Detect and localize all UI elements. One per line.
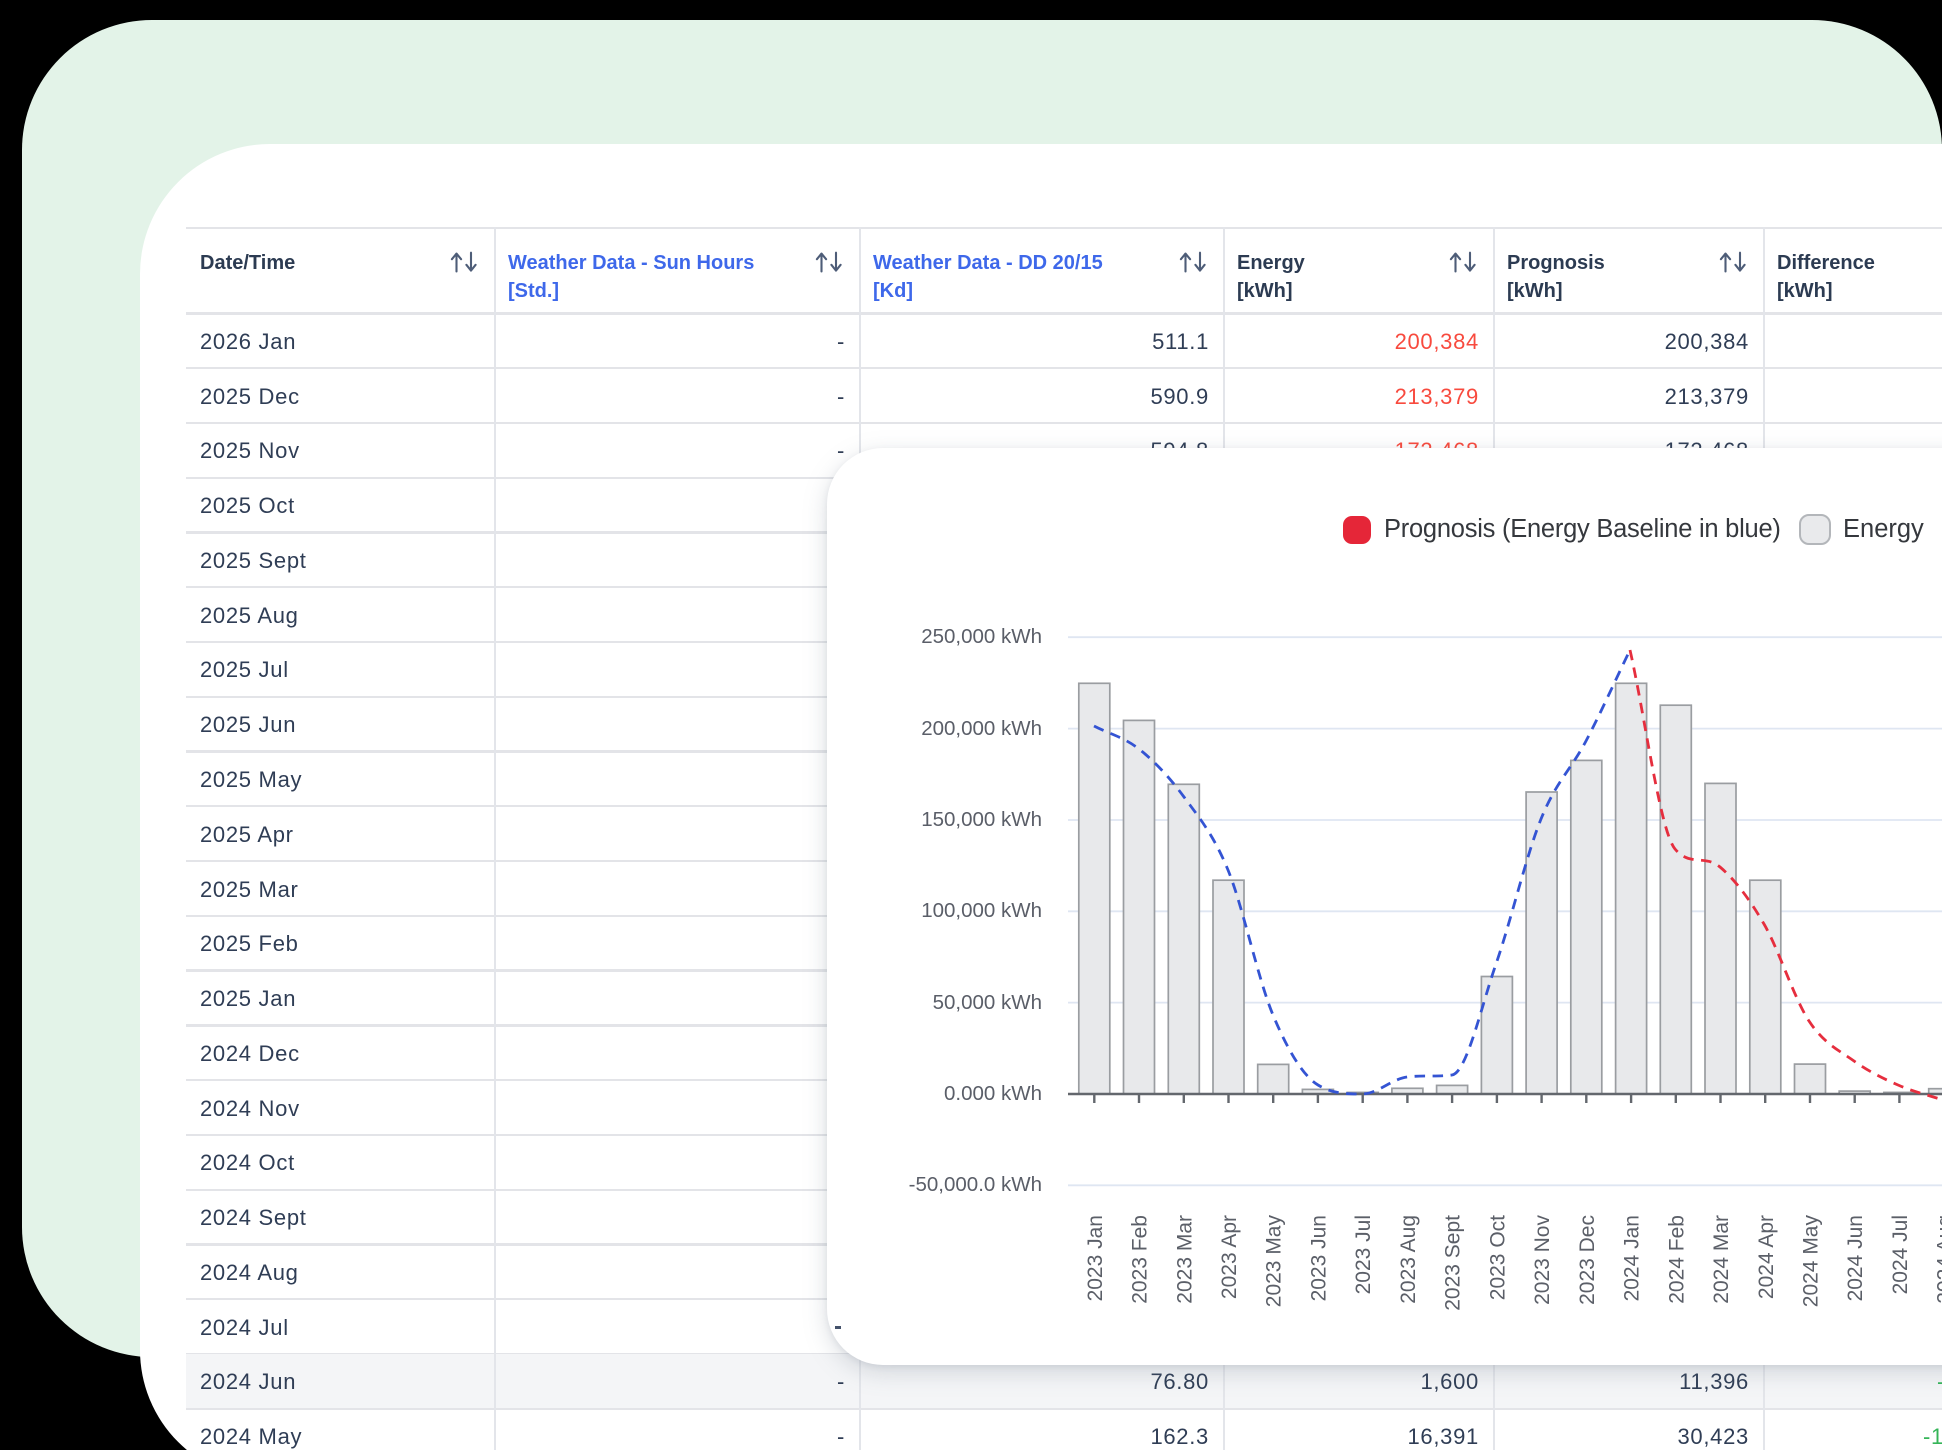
svg-text:2024 Aug: 2024 Aug <box>1934 1215 1942 1304</box>
svg-text:2024 Mar: 2024 Mar <box>1710 1215 1733 1304</box>
svg-text:2024 Feb: 2024 Feb <box>1665 1215 1688 1304</box>
svg-text:2023 Dec: 2023 Dec <box>1576 1215 1599 1305</box>
svg-text:2024 Jun: 2024 Jun <box>1844 1215 1867 1301</box>
svg-text:2023 Jun: 2023 Jun <box>1307 1215 1330 1301</box>
svg-text:2023 Apr: 2023 Apr <box>1218 1215 1241 1299</box>
svg-text:2023 Aug: 2023 Aug <box>1397 1215 1420 1304</box>
svg-text:2024 Jul: 2024 Jul <box>1889 1215 1912 1294</box>
svg-text:2023 Oct: 2023 Oct <box>1486 1215 1509 1300</box>
svg-text:2024 May: 2024 May <box>1800 1215 1823 1308</box>
svg-text:2023 Jul: 2023 Jul <box>1352 1215 1375 1294</box>
svg-text:2023 Nov: 2023 Nov <box>1531 1215 1554 1305</box>
svg-text:2024 Apr: 2024 Apr <box>1755 1215 1778 1299</box>
svg-text:2024 Jan: 2024 Jan <box>1621 1215 1644 1301</box>
svg-text:2023 Mar: 2023 Mar <box>1173 1215 1196 1304</box>
svg-text:2023 May: 2023 May <box>1263 1215 1286 1308</box>
svg-text:2023 Feb: 2023 Feb <box>1129 1215 1152 1304</box>
svg-text:2023 Jan: 2023 Jan <box>1084 1215 1107 1301</box>
svg-text:2023 Sept: 2023 Sept <box>1442 1215 1465 1311</box>
